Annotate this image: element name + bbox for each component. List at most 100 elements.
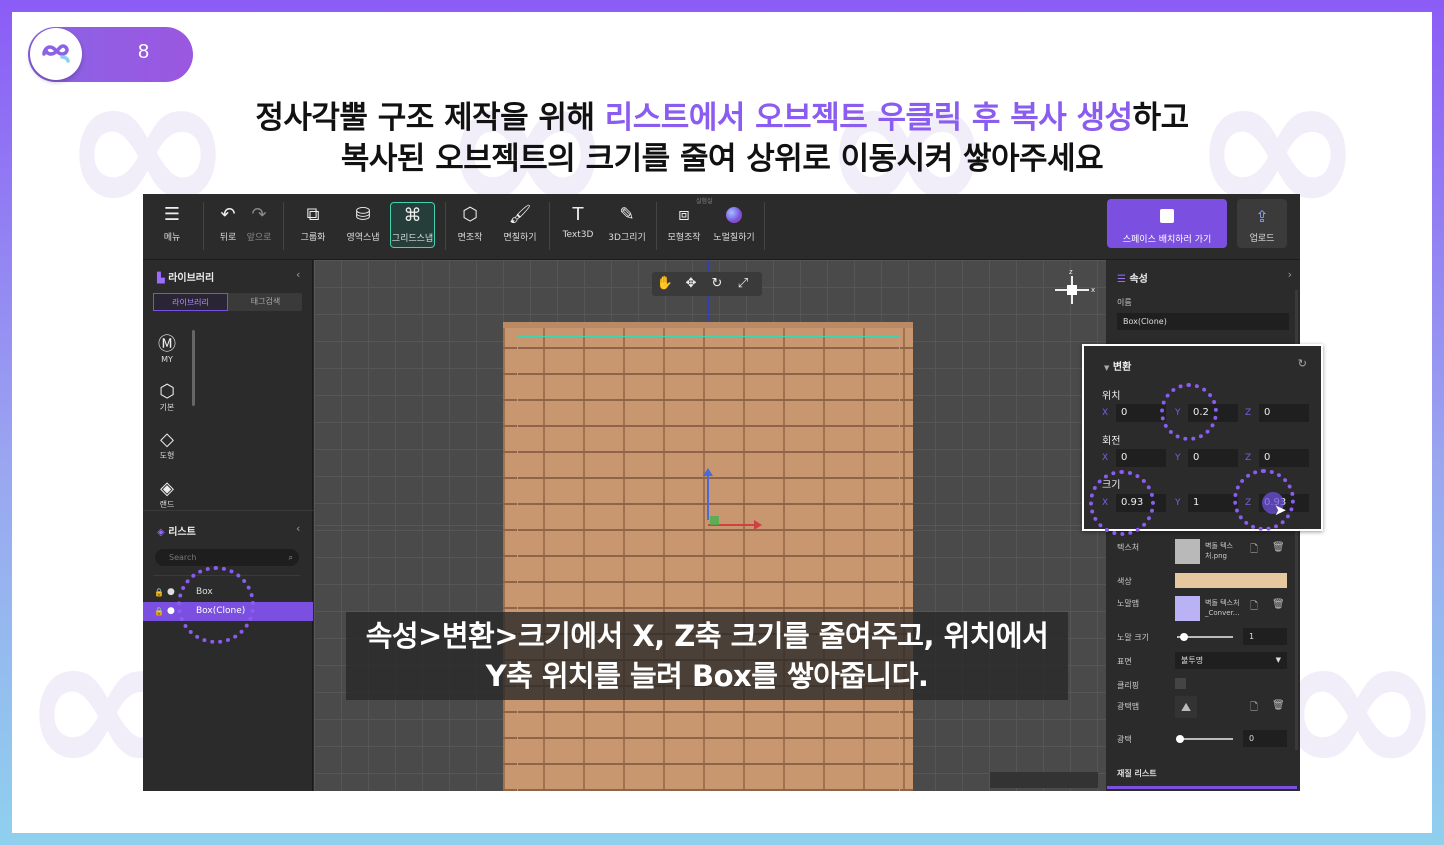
- toolbar: ☰ 메뉴 ↶ 뒤로 ↷ 앞으로 ⧉ 그룹화 ⛁ 영역스냅 ⌘ 그리드스냅 ⬡ 면조작 🖌 면칠하…: [143, 194, 1300, 260]
- area-snap-label: 영역스냅: [346, 233, 380, 243]
- text3d-icon: T: [572, 204, 584, 225]
- normal-size-field[interactable]: 1: [1243, 628, 1287, 645]
- area-snap-icon: ⛁: [355, 204, 371, 225]
- file-icon[interactable]: 🗋: [1250, 700, 1258, 717]
- toolbar-divider: [283, 202, 284, 250]
- face-paint-button[interactable]: 🖌 면칠하기: [500, 204, 540, 243]
- redo-button[interactable]: ↷ 앞으로: [244, 204, 274, 243]
- axis-z-label: Z: [1245, 408, 1252, 418]
- normal-size-slider[interactable]: [1177, 633, 1233, 641]
- axis-x-label: X: [1102, 408, 1109, 418]
- file-icon[interactable]: 🗋: [1250, 599, 1258, 616]
- scale-y-field[interactable]: 1: [1188, 494, 1238, 512]
- clipping-checkbox[interactable]: [1175, 678, 1186, 689]
- tab-tag-search[interactable]: 태그검색: [229, 293, 302, 311]
- draw3d-button[interactable]: ✎ 3D그리기: [605, 204, 649, 243]
- group-label: 그룹화: [300, 233, 326, 243]
- category-basic[interactable]: ⬡ 기본: [153, 382, 181, 413]
- face-edit-button[interactable]: ⬡ 면조작: [453, 204, 487, 243]
- transform-header: ▼ 변환: [1104, 358, 1131, 373]
- position-x-field[interactable]: 0: [1116, 404, 1166, 422]
- y-gizmo-arrow[interactable]: [703, 468, 713, 520]
- area-snap-button[interactable]: ⛁ 영역스냅: [343, 204, 383, 243]
- axis-x-label: X: [1102, 453, 1109, 463]
- caption-line-2: Y축 위치를 늘려 Box를 쌓아줍니다.: [485, 659, 929, 693]
- transform-title: 변환: [1112, 362, 1132, 373]
- image-placeholder-icon[interactable]: ⛰: [1175, 696, 1197, 718]
- eye-icon[interactable]: ●: [167, 583, 175, 602]
- category-label: 랜드: [159, 500, 175, 509]
- trash-icon[interactable]: 🗑: [1272, 542, 1285, 553]
- collapse-chevron-icon[interactable]: ‹: [296, 522, 300, 535]
- gloss-slider[interactable]: [1176, 735, 1233, 743]
- slider-handle[interactable]: [1176, 735, 1184, 743]
- gloss-field[interactable]: 0: [1243, 730, 1287, 747]
- collapse-chevron-icon[interactable]: ‹: [296, 268, 300, 281]
- title-text: 정사각뿔 구조 제작을 위해: [255, 100, 605, 136]
- position-label: 위치: [1102, 391, 1121, 402]
- gloss-label: 광택: [1117, 735, 1132, 744]
- category-my[interactable]: Ⓜ MY: [153, 334, 181, 365]
- rotation-label: 회전: [1102, 436, 1121, 447]
- axis-z-label: Z: [1245, 453, 1252, 463]
- material-list-bar: [1107, 786, 1297, 789]
- normal-map-thumbnail[interactable]: [1175, 596, 1200, 621]
- 3d-viewport[interactable]: ✋ ✥ ↻ ⤢ z x: [314, 260, 1106, 791]
- space-placement-button[interactable]: 스페이스 배치하러 가기: [1107, 199, 1227, 248]
- search-icon: ⌕: [288, 553, 293, 562]
- grid-snap-label: 그리드스냅: [391, 234, 434, 244]
- normal-sphere-icon: [726, 207, 742, 223]
- name-field[interactable]: Box(Clone): [1117, 313, 1289, 330]
- model-edit-button[interactable]: ⧈ 모형조작: [664, 204, 704, 243]
- model-edit-label: 모형조작: [667, 233, 701, 243]
- plane-gizmo-handle[interactable]: [710, 516, 719, 525]
- texture-thumbnail[interactable]: [1175, 539, 1200, 564]
- sliders-icon: ☰: [1117, 274, 1126, 285]
- draw3d-label: 3D그리기: [608, 233, 646, 243]
- hand-icon[interactable]: ✋: [652, 272, 678, 296]
- position-z-field[interactable]: 0: [1259, 404, 1309, 422]
- undo-button[interactable]: ↶ 뒤로: [213, 204, 243, 243]
- color-swatch[interactable]: [1175, 573, 1287, 588]
- expand-chevron-icon[interactable]: ›: [1288, 268, 1292, 281]
- viewport-statusbar: [990, 772, 1098, 788]
- surface-select[interactable]: 불투명 ▼: [1175, 652, 1287, 669]
- tab-library[interactable]: 라이브러리: [153, 293, 228, 311]
- menu-label: 메뉴: [163, 233, 181, 243]
- highlight-circle: [1233, 469, 1295, 531]
- normal-paint-button[interactable]: 노멀칠하기: [711, 204, 757, 243]
- trash-icon[interactable]: 🗑: [1272, 700, 1285, 711]
- rotation-z-field[interactable]: 0: [1259, 449, 1309, 467]
- face-edit-icon: ⬡: [462, 204, 478, 225]
- menu-button[interactable]: ☰ 메뉴: [157, 204, 187, 243]
- library-scrollbar[interactable]: [192, 330, 195, 406]
- scale-icon[interactable]: ⤢: [730, 272, 756, 296]
- list-title: 리스트: [168, 527, 196, 538]
- rotate-icon[interactable]: ↻: [704, 272, 730, 296]
- move-icon[interactable]: ✥: [678, 272, 704, 296]
- reset-icon[interactable]: ↻: [1298, 357, 1307, 370]
- collapse-triangle-icon[interactable]: ▼: [1104, 364, 1109, 372]
- undo-label: 뒤로: [219, 233, 237, 243]
- trash-icon[interactable]: 🗑: [1272, 599, 1285, 610]
- toolbar-divider: [656, 202, 657, 250]
- upload-button[interactable]: ⇪ 업로드: [1237, 199, 1287, 248]
- rotation-x-field[interactable]: 0: [1116, 449, 1166, 467]
- eye-icon[interactable]: ●: [167, 602, 175, 621]
- grid-snap-button[interactable]: ⌘ 그리드스냅: [390, 202, 435, 248]
- selection-outline: [517, 336, 900, 791]
- color-label: 색상: [1117, 577, 1132, 586]
- file-icon[interactable]: 🗋: [1250, 542, 1258, 559]
- axis-y-label: Y: [1175, 498, 1181, 508]
- category-land[interactable]: ◈ 랜드: [153, 479, 181, 510]
- rotation-y-field[interactable]: 0: [1188, 449, 1238, 467]
- text3d-button[interactable]: T Text3D: [558, 204, 598, 240]
- slider-handle[interactable]: [1180, 633, 1188, 641]
- my-icon: Ⓜ: [158, 334, 176, 355]
- redo-icon: ↷: [251, 204, 267, 225]
- list-search-input[interactable]: Search ⌕: [155, 549, 299, 566]
- category-shapes[interactable]: ◇ 도형: [153, 430, 181, 461]
- axis-compass-icon[interactable]: z x: [1051, 268, 1095, 312]
- list-header: ◈ 리스트: [157, 523, 196, 538]
- group-button[interactable]: ⧉ 그룹화: [296, 204, 330, 243]
